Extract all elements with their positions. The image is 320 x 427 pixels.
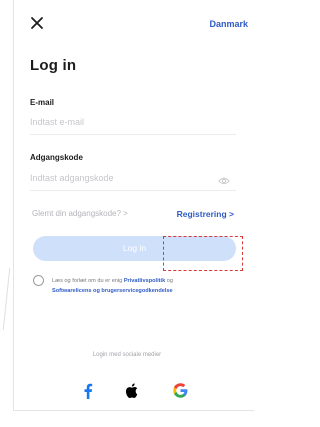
close-button[interactable] [30,16,46,32]
stray-mark [0,268,11,330]
apple-login-button[interactable] [120,382,142,404]
frame-left-edge [13,0,14,410]
social-login-label: Login med sociale medier [92,352,162,358]
privacy-policy-link[interactable]: Privatlivspolitik [124,278,165,284]
page-title: Log in [30,57,77,74]
highlight-box [163,236,243,271]
password-underline [30,190,236,191]
email-underline [30,134,236,135]
top-bar: Danmark [30,14,248,40]
eye-icon[interactable] [218,173,230,185]
google-login-button[interactable] [169,382,191,404]
facebook-icon [83,383,93,404]
consent-text-middle: og [165,278,173,284]
software-license-link[interactable]: Softwarelicens og brugerservicegodkendel… [52,288,173,294]
forgot-password-link[interactable]: Glemt din adgangskode? > [32,209,128,218]
apple-icon [125,383,138,403]
register-link[interactable]: Registrering > [177,209,234,219]
password-label: Adgangskode [30,153,83,162]
social-login-row [0,382,254,404]
email-field[interactable] [30,113,236,131]
password-field[interactable] [30,169,210,187]
consent-text-before: Læs og forlæt om du er enig [52,278,124,284]
email-label: E-mail [30,98,55,107]
consent-radio[interactable] [33,275,44,286]
google-icon [172,383,188,403]
consent-text: Læs og forlæt om du er enig Privatlivspo… [52,276,238,296]
frame-bottom-edge [13,410,254,411]
country-selector[interactable]: Danmark [209,19,248,29]
close-icon [30,16,46,30]
facebook-login-button[interactable] [77,382,99,404]
